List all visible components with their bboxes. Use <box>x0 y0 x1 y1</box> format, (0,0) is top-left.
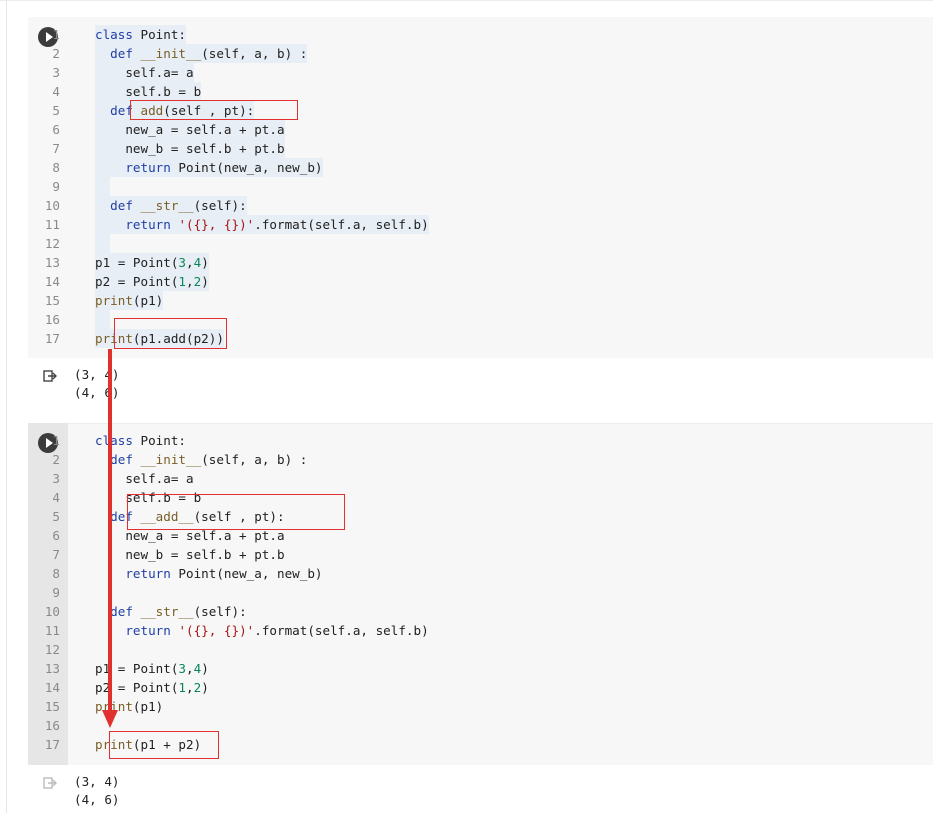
code-text: new_b = self.b + pt.b <box>95 547 285 562</box>
code-text: return Point(new_a, new_b) <box>95 158 323 177</box>
highlight-box-add-call <box>114 318 227 349</box>
line-number: 15 <box>44 293 60 308</box>
code-text: return '({}, {})'.format(self.a, self.b) <box>95 215 429 234</box>
output-arrow-icon <box>43 777 57 789</box>
line-number: 16 <box>44 312 60 327</box>
code-text: p2 = Point(1,2) <box>95 680 209 695</box>
line-number: 5 <box>52 103 60 118</box>
code-text: print(p1) <box>95 699 164 714</box>
line-number: 8 <box>52 160 60 175</box>
top-divider <box>0 0 933 1</box>
code-text: def __str__(self): <box>110 604 247 619</box>
line-number: 12 <box>44 642 60 657</box>
code-text <box>95 177 111 196</box>
cell-output: (3, 4) (4, 6) <box>74 774 120 807</box>
line-number: 3 <box>52 65 60 80</box>
code-text: return '({}, {})'.format(self.a, self.b) <box>125 623 429 638</box>
line-number: 16 <box>44 718 60 733</box>
line-number: 6 <box>52 122 60 137</box>
line-number: 10 <box>44 604 60 619</box>
code-cell-2[interactable]: 1 class Point: 2 def __init__(self, a, b) … <box>28 423 933 765</box>
code-text: self.a= a <box>95 471 194 486</box>
line-number: 9 <box>52 179 60 194</box>
code-text: def __init__(self, a, b) : <box>95 44 308 63</box>
code-text: return Point(new_a, new_b) <box>125 566 323 581</box>
code-text: print(p1) <box>95 291 164 310</box>
left-divider <box>6 0 7 813</box>
line-number: 9 <box>52 585 60 600</box>
line-number: 6 <box>52 528 60 543</box>
highlight-box-plus-operator <box>109 731 219 759</box>
editor-background <box>68 423 933 765</box>
line-number: 4 <box>52 84 60 99</box>
line-number: 2 <box>52 46 60 61</box>
code-text: new_a = self.a + pt.a <box>95 120 285 139</box>
line-number: 7 <box>52 141 60 156</box>
line-number: 5 <box>52 509 60 524</box>
line-number: 11 <box>44 623 60 638</box>
line-number: 8 <box>52 566 60 581</box>
highlight-box-dunder-add-def <box>127 494 345 530</box>
code-text: self.b = b <box>95 82 202 101</box>
cell-output: (3, 4) (4, 6) <box>74 367 120 400</box>
code-text: self.a= a <box>95 63 194 82</box>
line-number: 12 <box>44 236 60 251</box>
code-text: class Point: <box>95 433 186 448</box>
highlight-box-add-def <box>130 100 298 120</box>
line-number: 15 <box>44 699 60 714</box>
code-text: p1 = Point(3,4) <box>95 253 209 272</box>
line-number: 17 <box>44 331 60 346</box>
code-text <box>95 234 111 253</box>
line-number: 13 <box>44 661 60 676</box>
line-number: 7 <box>52 547 60 562</box>
line-number: 1 <box>52 27 60 42</box>
code-text: new_b = self.b + pt.b <box>95 139 285 158</box>
line-number: 13 <box>44 255 60 270</box>
code-text <box>95 310 111 329</box>
line-number: 17 <box>44 737 60 752</box>
line-number: 4 <box>52 490 60 505</box>
code-text: p1 = Point(3,4) <box>95 661 209 676</box>
code-text: class Point: <box>95 25 186 44</box>
line-number: 11 <box>44 217 60 232</box>
code-cell-1[interactable]: 1 class Point: 2 def __init__(self, a, b) … <box>28 17 933 358</box>
code-text: p2 = Point(1,2) <box>95 272 209 291</box>
code-text: def __init__(self, a, b) : <box>110 452 308 467</box>
line-number: 14 <box>44 680 60 695</box>
line-number: 10 <box>44 198 60 213</box>
output-arrow-icon <box>43 370 57 382</box>
line-number: 2 <box>52 452 60 467</box>
line-number: 1 <box>52 433 60 448</box>
line-number: 3 <box>52 471 60 486</box>
code-text: def __str__(self): <box>95 196 247 215</box>
line-number: 14 <box>44 274 60 289</box>
